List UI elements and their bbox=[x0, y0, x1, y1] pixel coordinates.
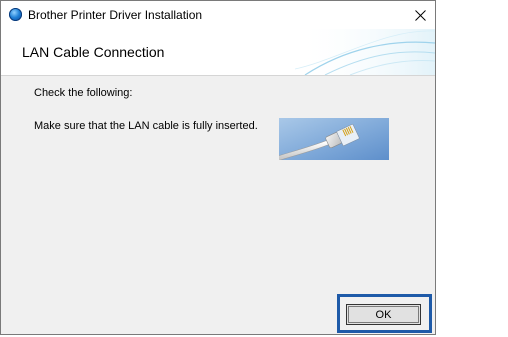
title-bar[interactable]: Brother Printer Driver Installation bbox=[1, 1, 435, 29]
ok-button[interactable]: OK bbox=[346, 304, 421, 325]
close-icon bbox=[414, 9, 426, 21]
page-title: LAN Cable Connection bbox=[22, 44, 165, 60]
lan-cable-illustration bbox=[279, 118, 389, 160]
ok-button-label: OK bbox=[375, 308, 392, 321]
installer-dialog: Brother Printer Driver Installation LAN … bbox=[0, 0, 436, 335]
brother-app-icon bbox=[9, 8, 22, 21]
lan-cable-image bbox=[279, 118, 389, 160]
header-swoosh-decoration bbox=[295, 29, 435, 75]
dialog-header: LAN Cable Connection bbox=[1, 29, 435, 76]
window-title: Brother Printer Driver Installation bbox=[28, 8, 203, 22]
instruction-text: Check the following: bbox=[34, 87, 133, 99]
message-text: Make sure that the LAN cable is fully in… bbox=[34, 120, 258, 132]
close-button[interactable] bbox=[405, 1, 435, 29]
